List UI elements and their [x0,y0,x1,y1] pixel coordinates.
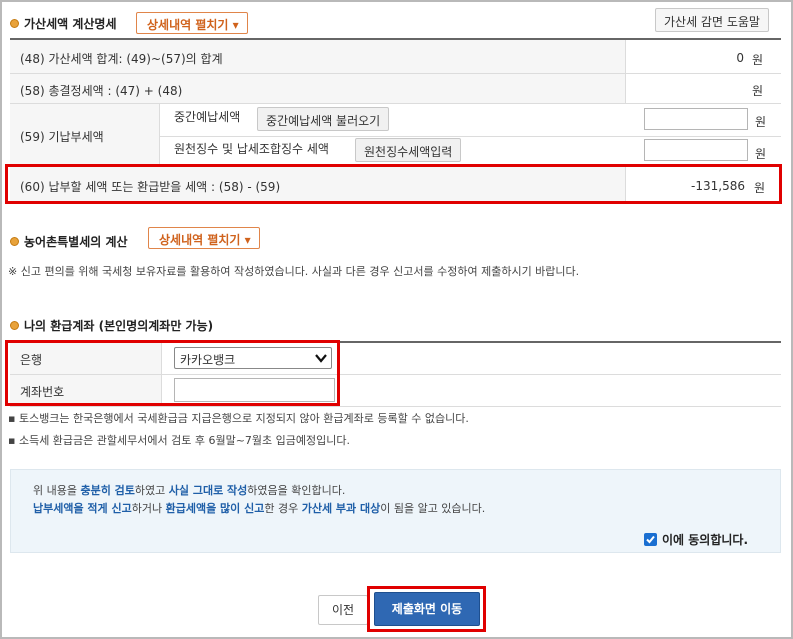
penalty-section-title: 가산세액 계산명세 [10,15,117,32]
agreement-line-2: 납부세액을 적게 신고하거나 환급세액을 많이 신고한 경우 가산세 부과 대상… [33,502,486,515]
row-59-sub1-label: 중간예납세액 [174,110,241,124]
refund-title-text: 나의 환급계좌 (본인명의계좌만 가능) [24,319,214,333]
penalty-title-text: 가산세액 계산명세 [24,17,117,31]
row-59-sub2-unit: 원 [755,147,767,161]
agree-checkbox-group[interactable]: 이에 동의합니다. [644,531,748,548]
agree-checkbox[interactable] [644,533,657,546]
penalty-expand-button[interactable]: 상세내역 펼치기 ▾ [136,12,248,34]
tossbank-notice: ▪ 토스뱅크는 한국은행에서 국세환급금 지급은행으로 지정되지 않아 환급계좌… [8,412,469,425]
rural-expand-button[interactable]: 상세내역 펼치기 ▾ [148,227,260,249]
row-48-unit: 원 [752,53,764,67]
data-source-notice: ※ 신고 편의를 위해 국세청 보유자료를 활용하여 작성하였습니다. 사실과 … [8,265,580,278]
prev-button[interactable]: 이전 [318,595,368,625]
agree-checkbox-label: 이에 동의합니다. [662,533,749,547]
rural-section-title: 농어촌특별세의 계산 [10,233,128,250]
row-58-unit: 원 [752,84,764,98]
check-icon [646,535,655,544]
bullet-icon [10,237,19,246]
row-59-sub1-unit: 원 [755,115,767,129]
penalty-help-button[interactable]: 가산세 감면 도움말 [655,8,769,32]
refund-section-title: 나의 환급계좌 (본인명의계좌만 가능) [10,317,213,334]
highlight-refund-account [5,340,340,406]
row-48-label: (48) 가산세액 합계: (49)~(57)의 합계 [20,52,223,66]
highlight-submit-button [367,586,486,632]
row-58-label: (58) 총결정세액 : (47) + (48) [20,84,183,98]
interim-tax-input[interactable] [644,108,748,130]
row-59-label: (59) 기납부세액 [20,130,104,144]
row-59-sub2-label: 원천징수 및 납세조합징수 세액 [174,142,329,156]
row-58: (58) 총결정세액 : (47) + (48) 원 [10,74,782,104]
withholding-tax-input-button[interactable]: 원천징수세액입력 [355,138,462,162]
row-48-value: 0 [736,51,744,65]
highlight-row-60 [5,164,782,204]
bullet-icon [10,321,19,330]
agreement-line-1: 위 내용을 충분히 검토하였고 사실 그대로 작성하였음을 확인합니다. [33,484,346,497]
agreement-box: 위 내용을 충분히 검토하였고 사실 그대로 작성하였음을 확인합니다. 납부세… [10,469,781,553]
row-59: (59) 기납부세액 중간예납세액 중간예납세액 불러오기 원 원천징수 및 납… [10,104,781,166]
bullet-icon [10,19,19,28]
rural-title-text: 농어촌특별세의 계산 [24,235,128,249]
row-48: (48) 가산세액 합계: (49)~(57)의 합계 0 원 [10,40,782,74]
refund-timing-notice: ▪ 소득세 환급금은 관할세무서에서 검토 후 6월말~7월초 입금예정입니다. [8,434,350,447]
withholding-tax-input[interactable] [644,139,748,161]
load-interim-tax-button[interactable]: 중간예납세액 불러오기 [257,107,390,131]
